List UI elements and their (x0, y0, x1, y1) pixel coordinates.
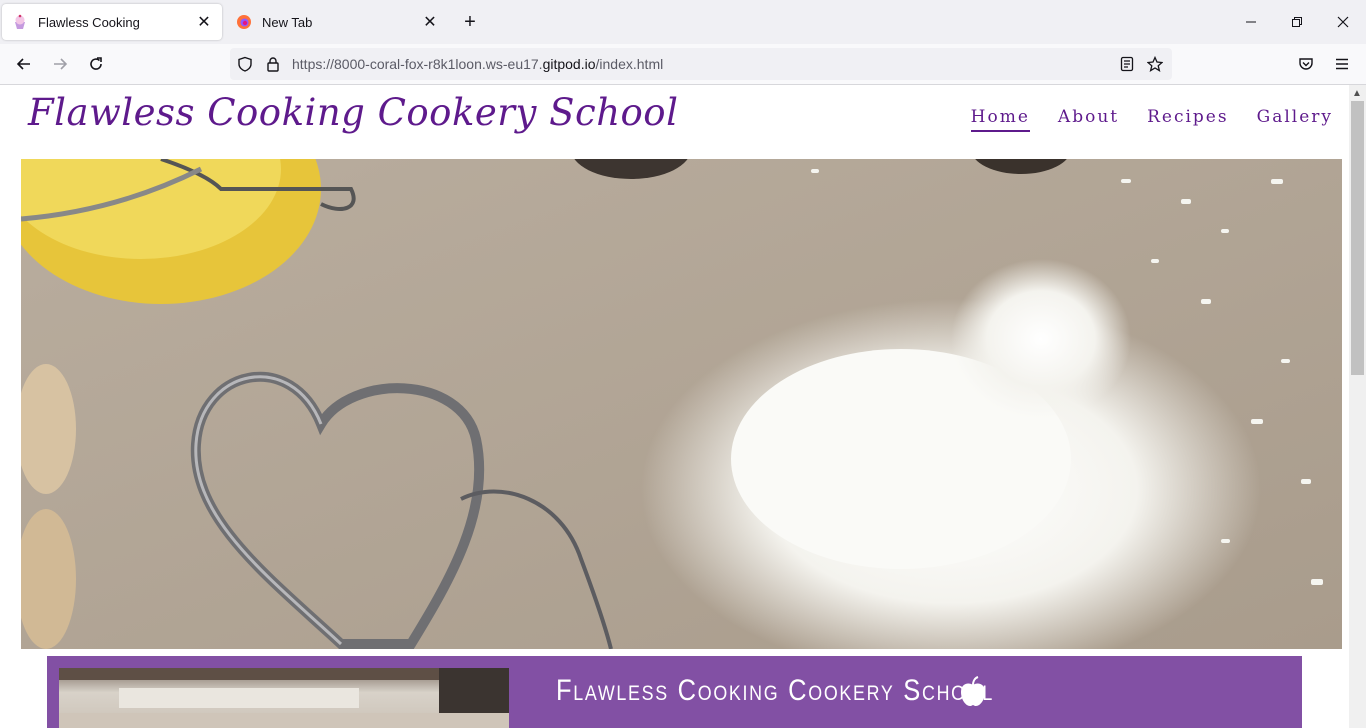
reload-icon[interactable] (82, 50, 110, 78)
hero-image (21, 159, 1342, 649)
site-header: Flawless Cooking Cookery School Home Abo… (0, 85, 1349, 159)
nav-recipes[interactable]: Recipes (1147, 107, 1229, 132)
tab-flawless-cooking[interactable]: Flawless Cooking ✕ (2, 4, 222, 40)
reader-view-icon[interactable] (1118, 55, 1136, 73)
cupcake-favicon (15, 14, 25, 29)
nav-home[interactable]: Home (970, 107, 1030, 132)
restore-icon[interactable] (1274, 0, 1320, 44)
lock-icon[interactable] (264, 55, 282, 73)
scrollbar-thumb[interactable] (1351, 101, 1364, 375)
nav-gallery[interactable]: Gallery (1257, 107, 1333, 132)
forward-arrow-icon[interactable] (46, 50, 74, 78)
firefox-icon (237, 15, 251, 29)
close-tab-icon[interactable]: ✕ (422, 14, 438, 31)
page-viewport: Flawless Cooking Cookery School Home Abo… (0, 85, 1349, 728)
back-arrow-icon[interactable] (10, 50, 38, 78)
navigation-toolbar: https://8000-coral-fox-r8k1loon.ws-eu17.… (0, 44, 1366, 85)
scroll-up-arrow-icon[interactable]: ▲ (1352, 88, 1362, 99)
main-nav: Home About Recipes Gallery (970, 107, 1333, 132)
tab-new-tab[interactable]: New Tab ✕ (226, 4, 448, 40)
shield-icon[interactable] (236, 55, 254, 73)
hamburger-menu-icon[interactable] (1328, 50, 1356, 78)
tab-title: Flawless Cooking (38, 14, 140, 30)
minimize-icon[interactable] (1228, 0, 1274, 44)
tab-title: New Tab (262, 14, 313, 30)
new-tab-plus-icon[interactable]: + (458, 10, 482, 34)
url-text[interactable]: https://8000-coral-fox-r8k1loon.ws-eu17.… (292, 56, 663, 72)
nav-about[interactable]: About (1058, 107, 1119, 132)
apple-icon (961, 676, 985, 706)
address-bar[interactable]: https://8000-coral-fox-r8k1loon.ws-eu17.… (230, 48, 1172, 80)
bookmark-star-icon[interactable] (1146, 55, 1164, 73)
banner-heading: Flawless Cooking Cookery School (556, 674, 994, 707)
url-path: /index.html (595, 56, 664, 72)
intro-banner: Flawless Cooking Cookery School (47, 656, 1302, 728)
close-window-icon[interactable] (1320, 0, 1366, 44)
url-host: gitpod.io (542, 56, 596, 72)
url-prefix: https://8000-coral-fox-r8k1loon.ws-eu17. (292, 56, 543, 72)
pocket-icon[interactable] (1292, 50, 1320, 78)
vertical-scrollbar[interactable]: ▲ (1349, 85, 1366, 728)
close-tab-icon[interactable]: ✕ (196, 14, 212, 31)
site-logo[interactable]: Flawless Cooking Cookery School (28, 91, 678, 134)
tab-strip: Flawless Cooking ✕ New Tab ✕ + (0, 0, 1366, 44)
kitchen-photo (59, 668, 509, 728)
